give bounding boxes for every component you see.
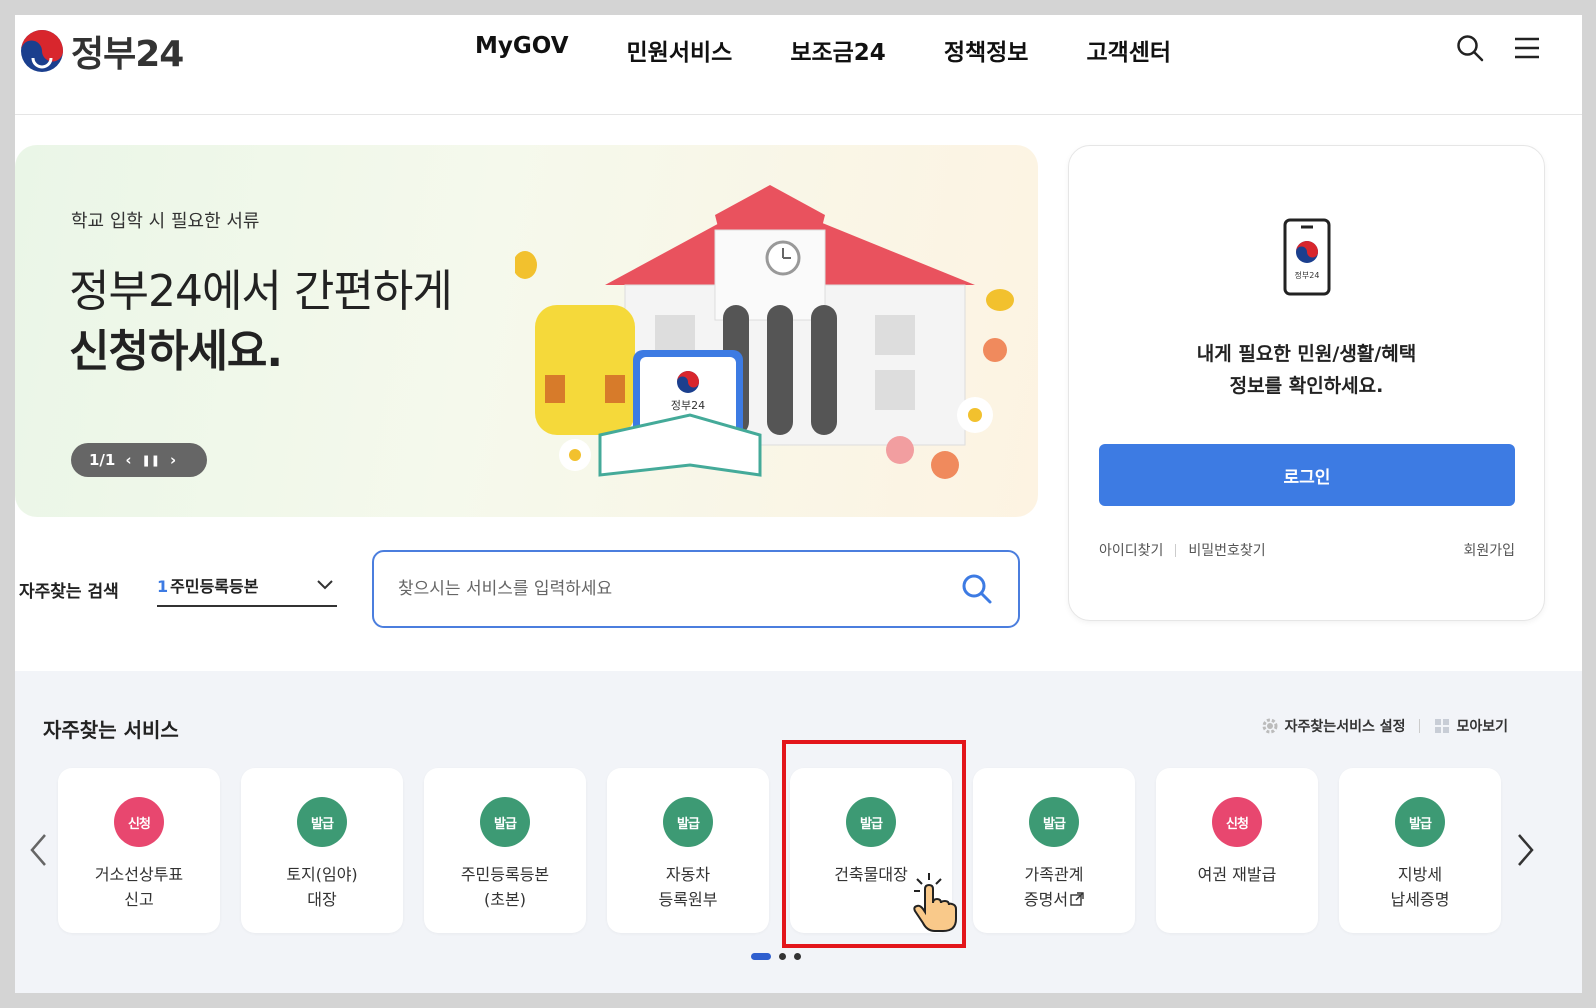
service-card-local-tax-certificate[interactable]: 발급 지방세 납세증명: [1339, 768, 1501, 933]
service-label: 주민등록등본 (초본): [460, 865, 550, 909]
phone-label: 정부24: [1295, 270, 1320, 280]
frequent-services-section: 자주찾는 서비스 자주찾는서비스 설정 모아보기 신청 거소선상투표 신고 발급…: [15, 671, 1582, 993]
nav-policy-info[interactable]: 정책정보: [944, 33, 1029, 67]
services-title: 자주찾는 서비스: [43, 718, 179, 742]
service-label: 여권 재발급: [1197, 865, 1277, 884]
service-label: 거소선상투표 신고: [94, 865, 184, 909]
hero-title-line1: 정부24에서 간편하게: [69, 266, 453, 317]
service-label: 가족관계 증명서: [1023, 865, 1084, 909]
search-icon[interactable]: [1455, 33, 1485, 63]
service-badge: 발급: [1395, 797, 1445, 847]
service-cards: 신청 거소선상투표 신고 발급 토지(임야) 대장 발급 주민등록등본 (초본) 발급: [58, 768, 1501, 933]
banner-pause-icon[interactable]: ❚❚: [142, 454, 160, 467]
services-tools: 자주찾는서비스 설정 모아보기: [1261, 716, 1508, 736]
services-settings-button[interactable]: 자주찾는서비스 설정: [1261, 716, 1406, 736]
carousel-dot-3[interactable]: [794, 953, 801, 960]
login-message: 내게 필요한 민원/생활/혜택 정보를 확인하세요.: [1069, 338, 1544, 402]
service-badge: 발급: [663, 797, 713, 847]
frequent-search-label: 자주찾는 검색: [19, 582, 119, 602]
school-illustration: 정부24: [515, 185, 1014, 479]
search-input[interactable]: [398, 574, 938, 604]
service-badge: 신청: [114, 797, 164, 847]
carousel-next-icon[interactable]: [1513, 831, 1537, 869]
divider: [1175, 543, 1177, 557]
hand-cursor-icon: [913, 873, 957, 932]
carousel-prev-icon[interactable]: [27, 831, 51, 869]
service-label: 지방세 납세증명: [1390, 865, 1450, 909]
hero-subtitle: 학교 입학 시 필요한 서류: [71, 211, 260, 232]
logo-text: 정부24: [71, 34, 184, 75]
banner-page-count: 1/1: [89, 451, 116, 469]
service-badge: 발급: [846, 797, 896, 847]
menu-icon[interactable]: [1512, 33, 1542, 63]
hero-banner[interactable]: 학교 입학 시 필요한 서류 정부24에서 간편하게 신청하세요. 1/1 ‹ …: [15, 145, 1038, 517]
mobile-phone-icon: 정부24: [1283, 218, 1331, 296]
service-badge: 발급: [1029, 797, 1079, 847]
gear-icon: [1262, 718, 1278, 734]
login-message-line1: 내게 필요한 민원/생활/혜택: [1196, 343, 1417, 365]
nav-civil-service[interactable]: 민원서비스: [627, 33, 733, 67]
site-header: 정부24 MyGOV 민원서비스 보조금24 정책정보 고객센터: [15, 15, 1582, 115]
banner-prev-icon[interactable]: ‹: [125, 451, 131, 469]
service-card-land-register[interactable]: 발급 토지(임야) 대장: [241, 768, 403, 933]
login-message-line2: 정보를 확인하세요.: [1229, 375, 1384, 397]
login-card: 정부24 내게 필요한 민원/생활/혜택 정보를 확인하세요. 로그인 아이디찾…: [1068, 145, 1545, 621]
site-logo[interactable]: 정부24: [19, 25, 184, 77]
banner-next-icon[interactable]: ›: [170, 451, 176, 469]
carousel-dot-1[interactable]: [751, 953, 771, 960]
hero-title-line2: 신청하세요.: [69, 326, 283, 377]
find-password-link[interactable]: 비밀번호찾기: [1188, 540, 1265, 560]
view-all-button[interactable]: 모아보기: [1434, 716, 1508, 736]
service-badge: 발급: [297, 797, 347, 847]
login-links: 아이디찾기 비밀번호찾기 회원가입: [1099, 540, 1515, 560]
carousel-dot-2[interactable]: [779, 953, 786, 960]
service-card-passport-reissue[interactable]: 신청 여권 재발급: [1156, 768, 1318, 933]
nav-subsidy24[interactable]: 보조금24: [790, 33, 886, 67]
frequent-search-select[interactable]: 1 주민등록등본: [157, 573, 337, 607]
grid-icon: [1435, 719, 1450, 733]
frequent-search-rank: 1: [157, 577, 169, 596]
login-button[interactable]: 로그인: [1099, 444, 1515, 506]
page-frame: 정부24 MyGOV 민원서비스 보조금24 정책정보 고객센터 학교 입학 시…: [15, 15, 1582, 993]
service-badge: 발급: [480, 797, 530, 847]
carousel-dots: [751, 953, 801, 960]
frequent-search-value: 주민등록등본: [170, 577, 259, 596]
service-card-absentee-vote[interactable]: 신청 거소선상투표 신고: [58, 768, 220, 933]
external-link-icon: [1070, 892, 1084, 906]
find-id-link[interactable]: 아이디찾기: [1099, 540, 1163, 560]
service-card-resident-register[interactable]: 발급 주민등록등본 (초본): [424, 768, 586, 933]
service-card-family-certificate[interactable]: 발급 가족관계 증명서: [973, 768, 1135, 933]
service-badge: 신청: [1212, 797, 1262, 847]
view-all-label: 모아보기: [1456, 719, 1508, 735]
nav-mygov[interactable]: MyGOV: [475, 33, 569, 67]
tablet-label: 정부24: [671, 399, 705, 412]
join-link[interactable]: 회원가입: [1463, 540, 1515, 560]
search-box: [372, 550, 1020, 628]
search-submit-icon[interactable]: [960, 572, 994, 606]
divider: [1419, 719, 1421, 733]
main-nav: MyGOV 민원서비스 보조금24 정책정보 고객센터: [475, 33, 1229, 67]
service-card-vehicle-register[interactable]: 발급 자동차 등록원부: [607, 768, 769, 933]
banner-pager: 1/1 ‹ ❚❚ ›: [71, 443, 207, 477]
service-label: 토지(임야) 대장: [286, 865, 358, 909]
nav-customer-center[interactable]: 고객센터: [1086, 33, 1171, 67]
service-label: 자동차 등록원부: [658, 865, 718, 909]
services-settings-label: 자주찾는서비스 설정: [1284, 719, 1406, 735]
chevron-down-icon: [317, 580, 333, 590]
taegeuk-logo-icon: [21, 30, 63, 72]
